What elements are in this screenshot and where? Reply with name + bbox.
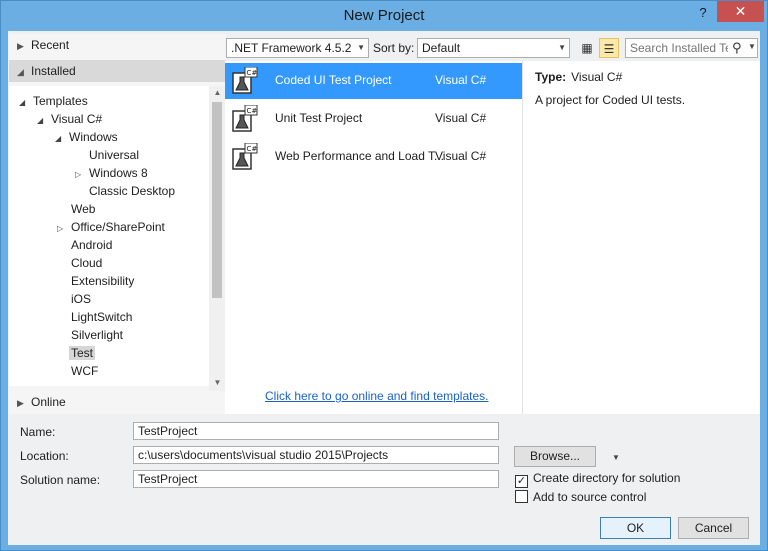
list-icon: ☰	[603, 42, 615, 56]
sort-by-label: Sort by:	[373, 41, 415, 55]
test-project-icon: C#	[232, 67, 258, 94]
type-value: Visual C#	[571, 70, 623, 84]
nav-installed-label: Installed	[31, 64, 76, 78]
tree-item-wcf[interactable]: WCF	[71, 362, 98, 380]
scroll-thumb[interactable]	[212, 102, 222, 298]
left-nav-panel: ▶ Recent ◢ Installed ◢ Templates ◢ Visual C#…	[9, 34, 226, 414]
expand-arrow-icon: ▷	[57, 224, 64, 233]
sort-value: Default	[422, 41, 461, 55]
tree-item-silverlight[interactable]: Silverlight	[71, 326, 123, 344]
tree-item-cloud[interactable]: Cloud	[71, 254, 102, 272]
location-combobox[interactable]: c:\users\documents\visual studio 2015\Pr…	[133, 446, 620, 464]
framework-value: .NET Framework 4.5.2	[231, 41, 352, 55]
tree-item-universal[interactable]: Universal	[89, 146, 139, 164]
tree-item-extensibility[interactable]: Extensibility	[71, 272, 134, 290]
online-templates-link[interactable]: Click here to go online and find templat…	[265, 389, 488, 403]
tree-item-web[interactable]: Web	[71, 200, 95, 218]
test-project-icon: C#	[232, 143, 258, 170]
chevron-down-icon: ▼	[357, 43, 365, 52]
collapse-arrow-icon: ◢	[17, 67, 24, 77]
ok-button[interactable]: OK	[600, 517, 671, 539]
scroll-down-icon[interactable]: ▼	[209, 376, 226, 390]
new-project-window: New Project ? ✕ ▶ Recent ◢ Installed ◢ Temp…	[0, 0, 768, 551]
type-label: Type:	[535, 70, 567, 84]
template-name: Web Performance and Load T...	[275, 149, 444, 163]
template-row-web-performance[interactable]: C# Web Performance and Load T... Visual …	[225, 139, 522, 175]
tree-item-test[interactable]: Test	[69, 344, 96, 362]
search-icon[interactable]: ⚲	[732, 40, 742, 56]
collapse-arrow-icon: ◢	[55, 134, 62, 143]
browse-button[interactable]: Browse...	[514, 446, 596, 467]
window-title: New Project	[343, 7, 425, 24]
location-label: Location:	[20, 449, 69, 463]
template-language: Visual C#	[435, 149, 487, 163]
framework-select[interactable]: .NET Framework 4.5.2 ▼	[226, 38, 369, 58]
nav-online[interactable]: ▶ Online	[9, 391, 226, 413]
expand-arrow-icon: ▶	[17, 398, 24, 408]
test-project-icon: C#	[232, 105, 258, 132]
template-name: Coded UI Test Project	[275, 73, 392, 87]
template-language: Visual C#	[435, 111, 487, 125]
name-input[interactable]	[133, 422, 499, 440]
tree-item-classic-desktop[interactable]: Classic Desktop	[89, 182, 175, 200]
tree-scrollbar[interactable]: ▲ ▼	[209, 86, 226, 391]
description-type: Type: Visual C#	[535, 70, 622, 84]
description-panel: Type: Visual C# A project for Coded UI te…	[522, 61, 760, 414]
tree-item-visual-csharp[interactable]: ◢ Visual C#	[37, 110, 102, 128]
chevron-down-icon: ▼	[612, 453, 620, 462]
title-bar: New Project ? ✕	[1, 1, 767, 31]
tree-item-windows-8[interactable]: ▷ Windows 8	[75, 164, 148, 182]
dialog-body: ▶ Recent ◢ Installed ◢ Templates ◢ Visual C#…	[8, 31, 760, 545]
small-icons-view-button[interactable]: ▦	[577, 38, 597, 58]
svg-text:C#: C#	[247, 107, 258, 115]
tree-item-android[interactable]: Android	[71, 236, 112, 254]
source-control-option[interactable]: Add to source control	[515, 490, 646, 504]
location-value: c:\users\documents\visual studio 2015\Pr…	[138, 448, 389, 462]
solution-name-label: Solution name:	[20, 473, 101, 487]
svg-text:C#: C#	[247, 145, 258, 153]
svg-text:C#: C#	[247, 69, 258, 77]
nav-installed[interactable]: ◢ Installed	[9, 60, 226, 82]
sort-select[interactable]: Default ▼	[417, 38, 570, 58]
template-row-unit-test[interactable]: C# Unit Test Project Visual C#	[225, 101, 522, 137]
template-language: Visual C#	[435, 73, 487, 87]
tree-item-templates[interactable]: ◢ Templates	[19, 92, 88, 110]
collapse-arrow-icon: ◢	[37, 116, 44, 125]
create-directory-checkbox[interactable]: ✓	[515, 475, 528, 488]
tree-item-ios[interactable]: iOS	[71, 290, 91, 308]
template-row-coded-ui[interactable]: C# Coded UI Test Project Visual C#	[225, 63, 522, 99]
nav-recent[interactable]: ▶ Recent	[9, 34, 226, 56]
list-view-button[interactable]: ☰	[599, 38, 619, 58]
template-name: Unit Test Project	[275, 111, 363, 125]
close-button[interactable]: ✕	[717, 1, 764, 22]
nav-recent-label: Recent	[31, 38, 70, 52]
tree-item-office-sharepoint[interactable]: ▷ Office/SharePoint	[57, 218, 165, 236]
scroll-up-icon[interactable]: ▲	[209, 86, 226, 100]
create-directory-option[interactable]: ✓ Create directory for solution	[515, 471, 680, 488]
template-list: C# Coded UI Test Project Visual C# C# Un…	[225, 61, 522, 414]
create-directory-label: Create directory for solution	[533, 471, 681, 485]
chevron-down-icon: ▼	[558, 43, 566, 52]
template-tree: ◢ Templates ◢ Visual C# ◢ Windows Universal…	[9, 86, 209, 386]
solution-name-input[interactable]	[133, 470, 499, 488]
help-button[interactable]: ?	[695, 5, 711, 21]
tree-item-lightswitch[interactable]: LightSwitch	[71, 308, 132, 326]
chevron-down-icon[interactable]: ▼	[748, 42, 756, 51]
source-control-checkbox[interactable]	[515, 490, 528, 503]
cancel-button[interactable]: Cancel	[678, 517, 749, 539]
search-box[interactable]: ⚲ ▼	[625, 38, 758, 58]
grid-icon: ▦	[581, 41, 593, 55]
collapse-arrow-icon: ◢	[19, 98, 26, 107]
source-control-label: Add to source control	[533, 490, 647, 504]
description-text: A project for Coded UI tests.	[535, 93, 686, 107]
expand-arrow-icon: ▶	[17, 41, 24, 51]
name-label: Name:	[20, 425, 56, 439]
nav-online-label: Online	[31, 395, 66, 409]
expand-arrow-icon: ▷	[75, 170, 82, 179]
search-input[interactable]	[626, 39, 730, 57]
tree-item-windows[interactable]: ◢ Windows	[55, 128, 118, 146]
